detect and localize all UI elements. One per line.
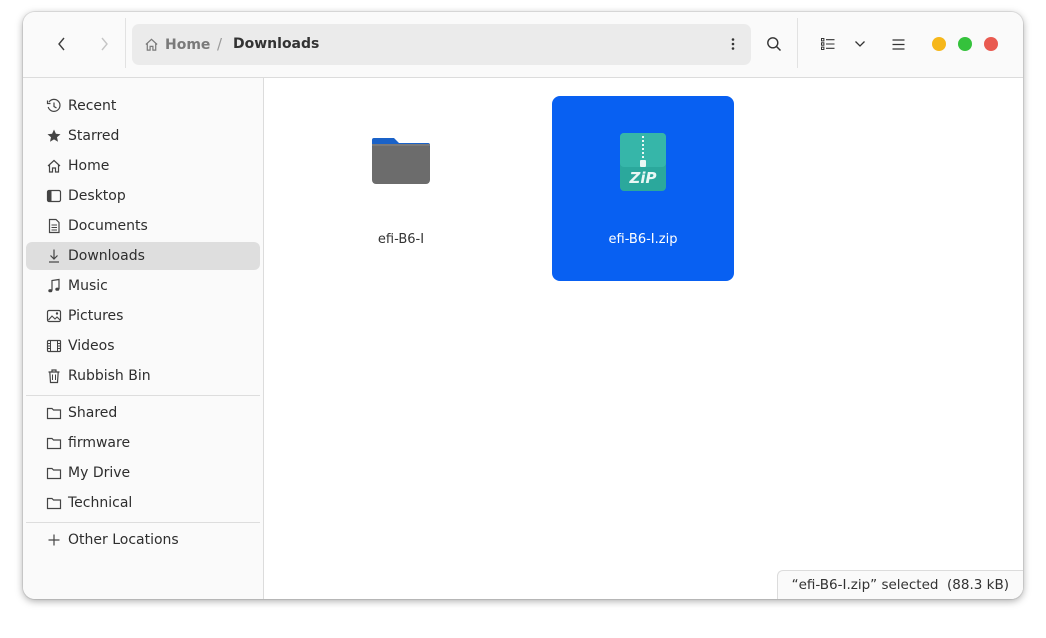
home-icon [45, 157, 63, 175]
file-name: efi-B6-I.zip [608, 232, 678, 247]
video-icon [45, 337, 63, 355]
view-options-dropdown[interactable] [845, 29, 875, 59]
back-button[interactable] [47, 29, 77, 59]
maximize-button[interactable] [958, 37, 972, 51]
folder-icon [45, 404, 63, 422]
file-item-folder[interactable]: efi-B6-I [310, 96, 492, 281]
header-bar: Home / Downloads [23, 12, 1023, 78]
sidebar-item-label: Videos [68, 338, 115, 354]
chevron-left-icon [58, 37, 65, 51]
sidebar-item-label: Pictures [68, 308, 124, 324]
file-grid[interactable]: efi-B6-I ZiP efi-B6-I.zip “efi-B6-I.zip”… [264, 78, 1023, 599]
document-icon [45, 217, 63, 235]
path-bar[interactable]: Home / Downloads [132, 24, 751, 65]
vertical-ellipsis-icon [731, 38, 735, 50]
folder-icon [372, 138, 430, 184]
chevron-right-icon [101, 37, 108, 51]
sidebar-item-label: Home [68, 158, 110, 174]
sidebar-separator-2 [26, 522, 260, 523]
sidebar-item-other-locations[interactable]: Other Locations [26, 526, 260, 554]
minimize-button[interactable] [932, 37, 946, 51]
main-menu-button[interactable] [883, 29, 913, 59]
sidebar-item-label: Rubbish Bin [68, 368, 151, 384]
breadcrumb-home[interactable]: Home [144, 24, 210, 65]
breadcrumb-home-label: Home [165, 36, 211, 53]
breadcrumb-current[interactable]: Downloads [233, 24, 319, 65]
sidebar-item-label: Music [68, 278, 108, 294]
sidebar-item-label: Other Locations [68, 532, 179, 548]
header-separator-2 [797, 18, 798, 68]
forward-button[interactable] [89, 29, 119, 59]
desktop-icon [45, 187, 63, 205]
trash-icon [45, 367, 63, 385]
sidebar-item-label: Starred [68, 128, 120, 144]
sidebar-separator [26, 395, 260, 396]
sidebar-item-label: Technical [68, 495, 133, 511]
search-icon [767, 37, 782, 52]
home-icon [145, 38, 158, 51]
picture-icon [45, 307, 63, 325]
path-menu-button[interactable] [723, 34, 743, 54]
sidebar-item-videos[interactable]: Videos [26, 332, 260, 360]
sidebar: Recent Starred Home Desktop Documents Do… [23, 78, 264, 599]
breadcrumb-separator: / [217, 35, 223, 53]
sidebar-item-firmware[interactable]: firmware [26, 429, 260, 457]
status-bar: “efi-B6-I.zip” selected (88.3 kB) [776, 570, 1023, 599]
sidebar-item-label: Shared [68, 405, 118, 421]
sidebar-item-desktop[interactable]: Desktop [26, 182, 260, 210]
selection-status: “efi-B6-I.zip” selected (88.3 kB) [791, 577, 1009, 593]
sidebar-item-pictures[interactable]: Pictures [26, 302, 260, 330]
folder-icon [45, 464, 63, 482]
sidebar-item-music[interactable]: Music [26, 272, 260, 300]
hamburger-menu-icon [892, 38, 904, 50]
sidebar-item-rubbish-bin[interactable]: Rubbish Bin [26, 362, 260, 390]
list-view-icon [821, 38, 835, 50]
sidebar-item-technical[interactable]: Technical [26, 489, 260, 517]
plus-icon [45, 531, 63, 549]
sidebar-item-downloads[interactable]: Downloads [26, 242, 260, 270]
zip-archive-icon: ZiP [620, 133, 666, 191]
folder-icon [45, 494, 63, 512]
clock-icon [45, 97, 63, 115]
sidebar-item-documents[interactable]: Documents [26, 212, 260, 240]
sidebar-item-label: Downloads [68, 248, 145, 264]
sidebar-item-recent[interactable]: Recent [26, 92, 260, 120]
svg-text:ZiP: ZiP [628, 169, 656, 187]
sidebar-item-home[interactable]: Home [26, 152, 260, 180]
search-button[interactable] [759, 29, 789, 59]
chevron-down-icon [855, 41, 865, 47]
file-name: efi-B6-I [377, 232, 425, 247]
sidebar-item-label: Recent [68, 98, 117, 114]
sidebar-item-shared[interactable]: Shared [26, 399, 260, 427]
sidebar-item-label: My Drive [68, 465, 131, 481]
music-icon [45, 277, 63, 295]
sidebar-item-starred[interactable]: Starred [26, 122, 260, 150]
file-item-zip[interactable]: ZiP efi-B6-I.zip [552, 96, 734, 281]
view-list-button[interactable] [813, 29, 843, 59]
sidebar-item-label: firmware [68, 435, 131, 451]
file-manager-window: Home / Downloads Recent Starred Home Des… [23, 12, 1023, 599]
download-icon [45, 247, 63, 265]
star-icon [45, 127, 63, 145]
sidebar-item-label: Documents [68, 218, 148, 234]
header-separator [125, 18, 126, 68]
sidebar-item-my-drive[interactable]: My Drive [26, 459, 260, 487]
sidebar-item-label: Desktop [68, 188, 126, 204]
close-button[interactable] [984, 37, 998, 51]
folder-icon [45, 434, 63, 452]
